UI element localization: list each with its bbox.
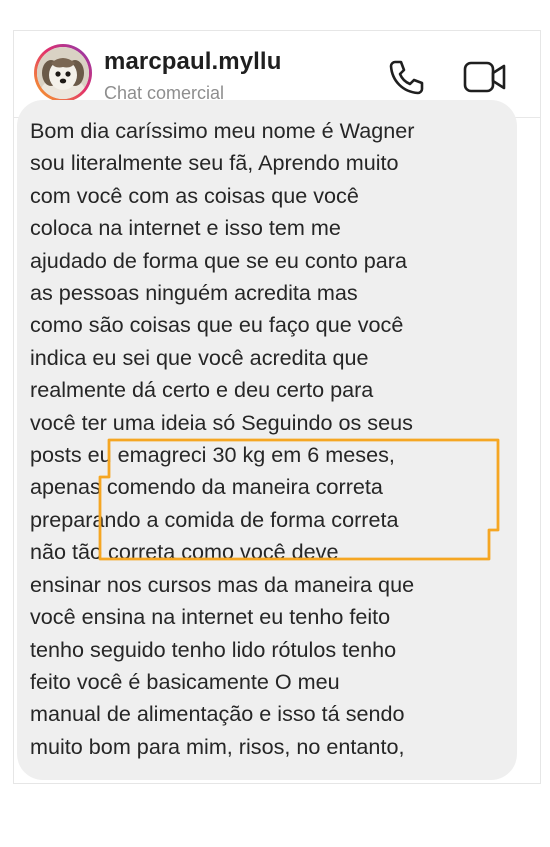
message-line: posts eu emagreci 30 kg em 6 meses, — [30, 442, 395, 468]
message-line: preparando a comida de forma correta — [30, 506, 399, 532]
message-line: ajudado de forma que se eu conto para — [30, 247, 407, 273]
message-line: sou literalmente seu fã, Aprendo muito — [30, 150, 399, 176]
chat-username[interactable]: marcpaul.myllu — [104, 48, 281, 76]
message-line: ensinar nos cursos mas da maneira que — [30, 571, 415, 597]
avatar[interactable] — [34, 44, 92, 102]
message-line: coloca na internet e isso tem me — [30, 215, 341, 241]
message-line: você ter uma ideia só Seguindo os seus — [30, 409, 413, 435]
message-line: apenas comendo da maneira correta — [30, 474, 383, 500]
message-text: Bom dia caríssimo meu nome é Wagner sou … — [30, 115, 500, 763]
message-line: você ensina na internet eu tenho feito — [30, 604, 391, 630]
message-line: muito bom para mim, risos, no entanto, — [30, 733, 405, 759]
video-camera-icon[interactable] — [462, 57, 508, 97]
message-line: com você com as coisas que você — [30, 182, 359, 208]
message-line: as pessoas ninguém acredita mas — [30, 280, 358, 306]
message-line: realmente dá certo e deu certo para — [30, 377, 374, 403]
message-line: Bom dia caríssimo meu nome é Wagner — [30, 118, 415, 143]
message-line: tenho seguido tenho lido rótulos tenho — [30, 636, 397, 662]
message-line: indica eu sei que você acredita que — [30, 344, 369, 370]
message-line: como são coisas que eu faço que você — [30, 312, 404, 338]
message-line: feito você é basicamente O meu — [30, 668, 340, 694]
message-line: não tão correta como você deve — [30, 539, 339, 565]
message-line: manual de alimentação e isso tá sendo — [30, 701, 405, 727]
dog-avatar-icon — [37, 47, 89, 99]
phone-icon[interactable] — [386, 57, 426, 97]
